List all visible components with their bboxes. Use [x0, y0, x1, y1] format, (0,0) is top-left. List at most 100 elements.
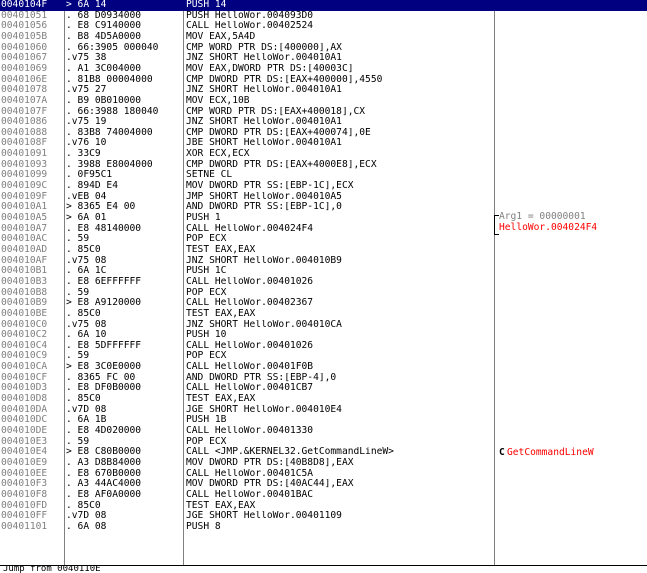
- disasm-address: 00401086: [1, 117, 48, 128]
- disasm-instruction: MOV EAX,5A4D: [186, 31, 256, 42]
- disasm-instruction: POP ECX: [186, 234, 227, 245]
- disasm-row[interactable]: 0040107A . B9 0B010000 MOV ECX,10B: [0, 96, 647, 107]
- disasm-instruction: CALL HelloWor.00401026: [186, 276, 314, 287]
- disasm-row[interactable]: 004010FF .v7D 08 JGE SHORT HelloWor.004011…: [0, 511, 647, 522]
- disasm-row[interactable]: 004010DC . 6A 1B PUSH 1B: [0, 415, 647, 426]
- disasm-row[interactable]: 004010C0 .v75 08 JNZ SHORT HelloWor.004010…: [0, 320, 647, 331]
- disasm-instruction: CMP WORD PTR DS:[EAX+400018],CX: [186, 106, 366, 117]
- disasm-row[interactable]: 004010C2 . 6A 10 PUSH 10: [0, 330, 647, 341]
- disasm-row[interactable]: 004010B3 . E8 6EFFFFFF CALL HelloWor.00401…: [0, 277, 647, 288]
- disasm-row[interactable]: 004010AD . 85C0 TEST EAX,EAX: [0, 245, 647, 256]
- disasm-hexdump: .v7D 08: [66, 511, 107, 522]
- disasm-instruction: CALL HelloWor.00401CB7: [186, 383, 314, 394]
- disasm-row[interactable]: 004010EE . E8 670B0000 CALL HelloWor.00401…: [0, 469, 647, 480]
- disasm-address: 004010B8: [1, 287, 48, 298]
- disasm-row[interactable]: 004010E9 . A3 D8B84000 MOV DWORD PTR DS:[4…: [0, 458, 647, 469]
- disasm-hexdump: . E8 C9140000: [66, 21, 142, 32]
- disasm-address: 004010E3: [1, 436, 48, 447]
- disasm-instruction: CMP DWORD PTR DS:[EAX+4000E8],ECX: [186, 159, 377, 170]
- disasm-row[interactable]: 00401067 .v75 38 JNZ SHORT HelloWor.004010…: [0, 53, 647, 64]
- disasm-hexdump: .v75 27: [66, 85, 107, 96]
- disasm-address: 00401101: [1, 521, 48, 532]
- disasm-hexdump: . B9 0B010000: [66, 95, 142, 106]
- disasm-instruction: JNZ SHORT HelloWor.004010A1: [186, 117, 342, 128]
- disasm-row[interactable]: 004010C4 . E8 5DFFFFFF CALL HelloWor.00401…: [0, 341, 647, 352]
- disasm-address: 00401078: [1, 85, 48, 96]
- disasm-instruction: PUSH 1C: [186, 266, 227, 277]
- disasm-row[interactable]: 0040106E . 81B8 00004000 CMP DWORD PTR DS:…: [0, 75, 647, 86]
- disasm-address: 00401051: [1, 10, 48, 21]
- disasm-row[interactable]: 00401099 . 0F95C1 SETNE CL: [0, 170, 647, 181]
- disasm-row[interactable]: 004010E3 . 59 POP ECX: [0, 437, 647, 448]
- disassembly-pane[interactable]: 0040104F > 6A 14 PUSH 14 00401051 . 68 D0934…: [0, 0, 647, 565]
- disasm-instruction: MOV DWORD PTR DS:[40B8D8],EAX: [186, 457, 354, 468]
- disasm-hexdump: . 85C0: [66, 394, 101, 405]
- disasm-row[interactable]: 004010C9 . 59 POP ECX: [0, 351, 647, 362]
- disasm-hexdump: > E8 3C0E0000: [66, 362, 142, 373]
- disasm-address: 0040109C: [1, 181, 48, 192]
- disasm-row[interactable]: 004010F3 . A3 44AC4000 MOV DWORD PTR DS:[4…: [0, 479, 647, 490]
- disasm-row[interactable]: 004010B9 > E8 A9120000 CALL HelloWor.00402…: [0, 298, 647, 309]
- disasm-hexdump: . E8 6EFFFFFF: [66, 276, 142, 287]
- disasm-row[interactable]: 00401091 . 33C9 XOR ECX,ECX: [0, 149, 647, 160]
- disasm-row[interactable]: 004010AC . 59 POP ECX: [0, 234, 647, 245]
- disasm-hexdump: . 59: [66, 234, 90, 245]
- disasm-row[interactable]: 00401069 . A1 3C004000 MOV EAX,DWORD PTR D…: [0, 64, 647, 75]
- disasm-hexdump: . 68 D0934000: [66, 10, 142, 21]
- disasm-row[interactable]: 0040109F .vEB 04 JMP SHORT HelloWor.004010…: [0, 192, 647, 203]
- disasm-instruction: XOR ECX,ECX: [186, 149, 250, 160]
- disasm-instruction: JNZ SHORT HelloWor.004010A1: [186, 53, 342, 64]
- disasm-hexdump: > 6A 01: [66, 213, 107, 223]
- disasm-instruction: JNZ SHORT HelloWor.004010CA: [186, 319, 342, 330]
- disasm-row[interactable]: 00401088 . 83B8 74004000 CMP DWORD PTR DS:…: [0, 128, 647, 139]
- disasm-hexdump: > 8365 E4 00: [66, 202, 136, 213]
- disasm-address: 00401069: [1, 63, 48, 74]
- disasm-row[interactable]: 004010B1 . 6A 1C PUSH 1C: [0, 266, 647, 277]
- disasm-address: 00401056: [1, 21, 48, 32]
- disasm-row[interactable]: 00401093 . 3988 E8004000 CMP DWORD PTR DS:…: [0, 160, 647, 171]
- disasm-row[interactable]: 00401060 . 66:3905 000040 CMP WORD PTR DS:…: [0, 43, 647, 54]
- disasm-row[interactable]: 004010F8 . E8 AF0A0000 CALL HelloWor.00401…: [0, 490, 647, 501]
- disasm-row[interactable]: 004010FD . 85C0 TEST EAX,EAX: [0, 501, 647, 512]
- disasm-row[interactable]: 0040107F . 66:3988 180040 CMP WORD PTR DS:…: [0, 107, 647, 118]
- disasm-hexdump: . 66:3905 000040: [66, 42, 159, 53]
- disasm-hexdump: > E8 A9120000: [66, 298, 142, 309]
- disasm-hexdump: . 81B8 00004000: [66, 74, 153, 85]
- disasm-row[interactable]: 0040108F .v76 10 JBE SHORT HelloWor.004010…: [0, 138, 647, 149]
- disasm-row[interactable]: 004010D8 . 85C0 TEST EAX,EAX: [0, 394, 647, 405]
- disasm-hexdump: .v75 38: [66, 53, 107, 64]
- disasm-row[interactable]: 004010DA .v7D 08 JGE SHORT HelloWor.004010…: [0, 405, 647, 416]
- disasm-hexdump: . 6A 1C: [66, 266, 107, 277]
- disasm-row[interactable]: 00401056 . E8 C9140000 CALL HelloWor.00402…: [0, 21, 647, 32]
- disasm-row[interactable]: 004010D3 . E8 DF0B0000 CALL HelloWor.00401…: [0, 383, 647, 394]
- disasm-instruction: CALL HelloWor.004024F4: [186, 223, 314, 234]
- disasm-row[interactable]: 004010CF . 8365 FC 00 AND DWORD PTR SS:[EB…: [0, 373, 647, 384]
- disasm-row[interactable]: 00401101 . 6A 08 PUSH 8: [0, 522, 647, 533]
- disasm-instruction: CALL HelloWor.00401330: [186, 426, 314, 436]
- disasm-hexdump: .v75 08: [66, 255, 107, 266]
- disasm-row[interactable]: 00401078 .v75 27 JNZ SHORT HelloWor.004010…: [0, 85, 647, 96]
- disasm-row[interactable]: 0040109C . 894D E4 MOV DWORD PTR SS:[EBP-1…: [0, 181, 647, 192]
- disasm-address: 004010D3: [1, 383, 48, 394]
- disasm-hexdump: . E8 4D020000: [66, 426, 142, 436]
- disasm-instruction: PUSH 1B: [186, 415, 227, 426]
- disasm-hexdump: > 6A 14: [66, 0, 107, 10]
- disasm-address: 00401099: [1, 170, 48, 181]
- disasm-row[interactable]: 00401086 .v75 19 JNZ SHORT HelloWor.004010…: [0, 117, 647, 128]
- disasm-row[interactable]: 0040105B . B8 4D5A0000 MOV EAX,5A4D: [0, 32, 647, 43]
- disasm-instruction: PUSH 1: [186, 213, 221, 223]
- disasm-row[interactable]: 004010DE . E8 4D020000 CALL HelloWor.00401…: [0, 426, 647, 437]
- disasm-row[interactable]: 004010AF .v75 08 JNZ SHORT HelloWor.004010…: [0, 256, 647, 267]
- disasm-hexdump: .v76 10: [66, 138, 107, 149]
- disasm-instruction: MOV DWORD PTR SS:[EBP-1C],ECX: [186, 181, 354, 192]
- disasm-instruction: PUSH 8: [186, 521, 221, 532]
- disasm-instruction: JGE SHORT HelloWor.00401109: [186, 511, 342, 522]
- disasm-hexdump: . 66:3988 180040: [66, 106, 159, 117]
- disasm-row[interactable]: 004010BE . 85C0 TEST EAX,EAX: [0, 309, 647, 320]
- disasm-row[interactable]: 00401051 . 68 D0934000 PUSH HelloWor.00409…: [0, 11, 647, 22]
- disasm-instruction: CALL HelloWor.00401026: [186, 340, 314, 351]
- disasm-row[interactable]: 0040104F > 6A 14 PUSH 14: [0, 0, 647, 11]
- disasm-row[interactable]: 004010CA > E8 3C0E0000 CALL HelloWor.00401…: [0, 362, 647, 373]
- disasm-row[interactable]: 004010B8 . 59 POP ECX: [0, 288, 647, 299]
- disasm-instruction: POP ECX: [186, 351, 227, 362]
